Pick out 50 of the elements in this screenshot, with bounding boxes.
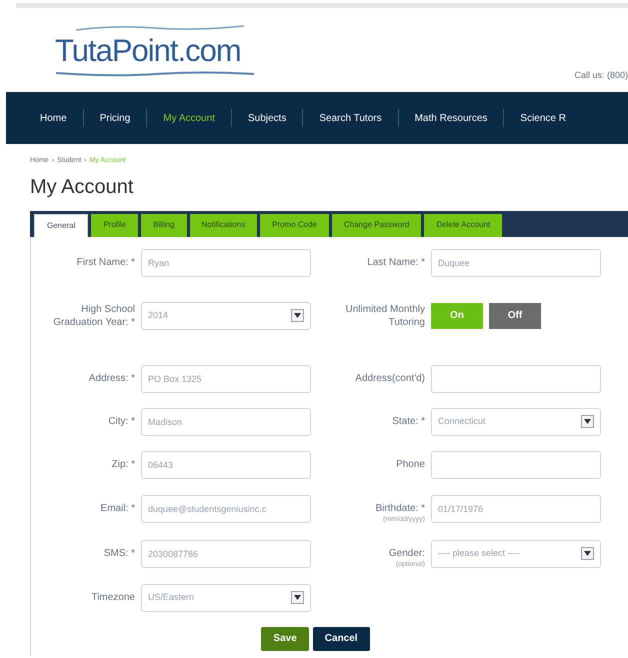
tab[interactable]: Notifications xyxy=(190,214,258,236)
field-label: Last Name: * xyxy=(367,256,425,269)
cancel-button[interactable]: Cancel xyxy=(312,626,370,650)
text-field[interactable]: 06443 xyxy=(141,450,311,478)
field-label: First Name: * xyxy=(76,256,135,269)
tab[interactable]: General xyxy=(34,214,88,236)
text-field[interactable]: duquee@studentsgeniusinc.c xyxy=(141,494,311,522)
field-label: Gender: xyxy=(388,546,425,560)
field-label: Address(cont'd) xyxy=(355,372,425,385)
field-label: Unlimited Monthly Tutoring xyxy=(344,302,425,328)
text-field[interactable]: 01/17/1976 xyxy=(431,494,601,522)
nav-link[interactable]: Math Resources xyxy=(414,110,488,126)
logo[interactable]: TutaPoint.com xyxy=(55,24,261,78)
toggle-option[interactable]: Off xyxy=(489,302,541,328)
text-field[interactable] xyxy=(431,450,601,478)
tab[interactable]: Delete Account xyxy=(424,214,502,236)
text-field[interactable] xyxy=(431,364,601,392)
field-label: Timezone xyxy=(91,591,135,604)
select-field[interactable]: Connecticut xyxy=(431,408,601,436)
field-label: Birthdate: * xyxy=(376,502,425,514)
tab[interactable]: Profile xyxy=(91,214,138,236)
field-label: State: * xyxy=(392,415,425,428)
field-label: Email: * xyxy=(100,502,135,515)
nav-link[interactable]: Home xyxy=(40,110,67,126)
page-title: My Account xyxy=(30,176,134,196)
text-field[interactable]: 2030087786 xyxy=(141,540,311,568)
text-field[interactable]: Ryan xyxy=(141,248,311,276)
contact-phone: Call us: (800) xyxy=(574,68,628,82)
nav-link[interactable]: My Account xyxy=(163,110,215,126)
save-button[interactable]: Save xyxy=(261,626,309,650)
text-field[interactable]: Madison xyxy=(141,408,311,436)
text-field[interactable]: PO Box 1325 xyxy=(141,364,311,392)
field-label: City: * xyxy=(108,415,135,428)
toggle-option[interactable]: On xyxy=(431,302,483,328)
nav-link[interactable]: Search Tutors xyxy=(319,110,382,126)
nav-link[interactable]: Science R xyxy=(520,110,566,126)
select-field[interactable]: 2014 xyxy=(141,302,311,330)
select-field[interactable]: ---- please select ---- xyxy=(431,540,601,568)
field-label: Address: * xyxy=(88,372,135,385)
tab[interactable]: Billing xyxy=(141,214,186,236)
field-label: High School Graduation Year: * xyxy=(52,302,135,328)
nav-link[interactable]: Subjects xyxy=(248,110,286,126)
text-field[interactable]: Duquee xyxy=(431,248,601,276)
field-label: SMS: * xyxy=(104,547,135,560)
tab[interactable]: Promo Code xyxy=(260,214,329,236)
field-label: Phone xyxy=(396,458,425,471)
field-label: Zip: * xyxy=(112,458,135,471)
nav-link[interactable]: Pricing xyxy=(100,110,130,126)
tab[interactable]: Change Password xyxy=(332,214,422,236)
select-field[interactable]: US/Eastern xyxy=(141,584,311,612)
